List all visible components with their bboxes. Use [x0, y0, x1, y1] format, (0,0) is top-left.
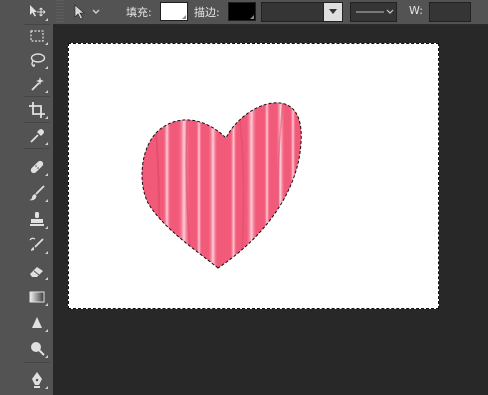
marquee-tool[interactable]	[22, 24, 52, 48]
eraser-tool[interactable]	[22, 259, 52, 283]
swatch-menu-icon	[182, 15, 186, 19]
blur-tool[interactable]	[22, 311, 52, 335]
swatch-menu-icon	[250, 15, 254, 19]
move-tool[interactable]	[22, 0, 52, 24]
stroke-line-preview-icon	[356, 9, 394, 14]
clone-stamp-tool[interactable]	[22, 208, 52, 232]
eraser-icon	[30, 267, 43, 277]
heart-shape	[141, 102, 302, 269]
lasso-tool[interactable]	[22, 48, 52, 72]
dropdown-arrow	[323, 3, 342, 21]
tool-separator	[24, 148, 50, 149]
stroke-color-swatch[interactable]	[228, 2, 256, 21]
tool-group-indicator	[45, 42, 48, 45]
healing-brush-tool[interactable]	[22, 155, 52, 179]
gradient-icon	[29, 291, 45, 303]
blur-icon	[32, 317, 42, 328]
magic-wand-icon	[31, 77, 44, 91]
stroke-label: 描边:	[194, 6, 220, 19]
tool-preset-picker[interactable]	[72, 2, 112, 21]
tool-group-indicator	[45, 329, 48, 332]
tool-group-indicator	[45, 386, 48, 389]
lasso-icon	[30, 53, 46, 67]
heart-fill	[142, 102, 302, 268]
path-select-arrow-icon	[74, 3, 85, 19]
options-bar: 填充: 描边: W:	[0, 0, 488, 25]
pen-tool[interactable]	[22, 368, 52, 392]
pen-icon	[32, 372, 42, 388]
move-icon	[30, 5, 46, 17]
eyedropper-icon	[30, 129, 44, 143]
tool-separator	[24, 362, 50, 363]
tool-group-indicator	[45, 251, 48, 254]
gradient-tool[interactable]	[22, 285, 52, 309]
options-bar-grip[interactable]	[56, 0, 64, 24]
tool-group-indicator	[45, 226, 48, 229]
width-input[interactable]	[429, 2, 471, 22]
tool-group-indicator	[45, 18, 48, 21]
tool-group-indicator	[45, 142, 48, 145]
brush-icon	[29, 185, 45, 201]
tool-group-indicator	[45, 303, 48, 306]
tool-separator	[24, 122, 50, 123]
eyedropper-tool[interactable]	[22, 124, 52, 148]
dodge-icon	[31, 342, 45, 356]
tool-group-indicator	[45, 277, 48, 280]
history-brush-icon	[29, 237, 44, 251]
history-brush-tool[interactable]	[22, 233, 52, 257]
stroke-width-dropdown[interactable]	[261, 2, 343, 22]
tool-group-indicator	[45, 116, 48, 119]
brush-tool[interactable]	[22, 181, 52, 205]
chevron-down-icon	[92, 9, 100, 14]
width-label: W:	[409, 4, 423, 17]
fill-label: 填充:	[126, 6, 152, 19]
crop-tool[interactable]	[22, 98, 52, 122]
fill-color-swatch[interactable]	[160, 2, 188, 21]
bandage-icon	[30, 160, 44, 174]
stamp-icon	[30, 212, 44, 226]
chevron-down-icon	[329, 9, 337, 14]
tool-group-indicator	[45, 173, 48, 176]
tool-group-indicator	[45, 355, 48, 358]
rect-marquee-icon	[30, 30, 44, 42]
magic-wand-tool[interactable]	[22, 72, 52, 96]
tool-group-indicator	[45, 66, 48, 69]
crop-icon	[29, 102, 45, 118]
tool-group-indicator	[45, 90, 48, 93]
dodge-tool[interactable]	[22, 337, 52, 361]
tool-separator	[24, 96, 50, 97]
stroke-type-dropdown[interactable]	[350, 2, 397, 22]
tool-group-indicator	[45, 199, 48, 202]
heart-artwork[interactable]	[68, 43, 439, 309]
